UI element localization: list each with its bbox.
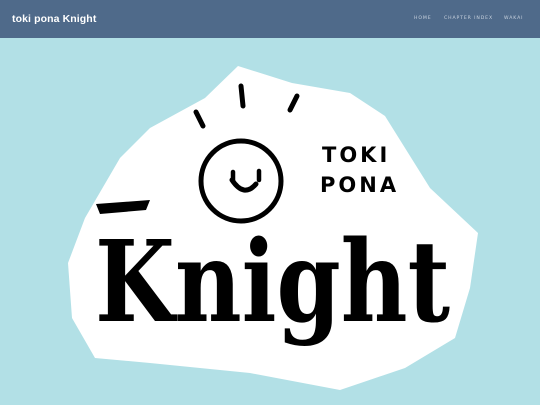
nav-chapter-index-link[interactable]: CHAPTER INDEX (444, 16, 493, 21)
logo-subtitle-toki: TOKI (322, 143, 390, 167)
logo-subtitle-pona: PONA (320, 173, 399, 197)
hero-banner: TOKI PONA Knight (0, 38, 540, 405)
logo-wordmark-knight: Knight (95, 217, 450, 348)
logo-illustration: TOKI PONA Knight (68, 66, 478, 390)
top-navigation-bar: toki pona Knight HOME CHAPTER INDEX WAKA… (0, 0, 540, 38)
sun-ray-center (238, 83, 246, 109)
site-title-link[interactable]: toki pona Knight (12, 13, 96, 25)
nav-wakai-link[interactable]: WAKAI (504, 16, 523, 21)
nav-home-link[interactable]: HOME (414, 16, 432, 21)
